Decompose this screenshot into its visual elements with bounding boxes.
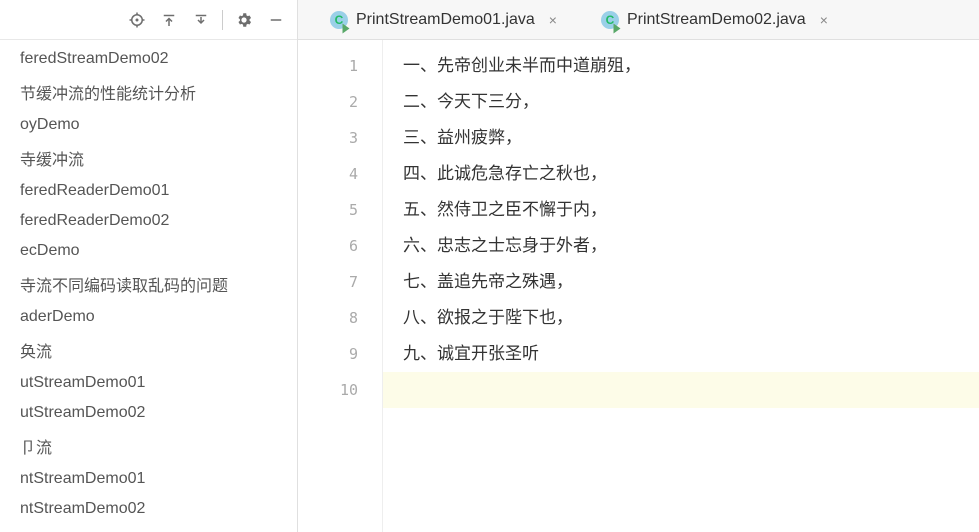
close-icon[interactable]: × <box>820 12 828 28</box>
target-icon[interactable] <box>126 9 148 31</box>
sidebar: feredStreamDemo02节缓冲流的性能统计分析oyDemo寺缓冲流fe… <box>0 0 298 532</box>
java-file-icon: C <box>330 11 348 29</box>
code-line[interactable]: 一、先帝创业未半而中道崩殂， <box>383 48 979 84</box>
tree-item[interactable]: feredReaderDemo02 <box>0 206 297 236</box>
tree-item[interactable]: ntStreamDemo01 <box>0 464 297 494</box>
tree-item[interactable]: 奂流 <box>0 332 297 368</box>
line-number: 8 <box>298 300 382 336</box>
line-number: 1 <box>298 48 382 84</box>
toolbar-divider <box>222 10 223 30</box>
code-line[interactable]: 八、欲报之于陛下也， <box>383 300 979 336</box>
tree-item[interactable]: oyDemo <box>0 110 297 140</box>
tree-item[interactable]: ntStreamDemo02 <box>0 494 297 524</box>
sidebar-toolbar <box>0 0 297 40</box>
line-number: 3 <box>298 120 382 156</box>
editor-main: C PrintStreamDemo01.java × C PrintStreamDemo… <box>298 0 979 532</box>
tab-label: PrintStreamDemo01.java <box>356 11 535 29</box>
code-line[interactable]: 九、诚宜开张圣听 <box>383 336 979 372</box>
line-number: 10 <box>298 372 382 408</box>
tree-item[interactable]: feredReaderDemo01 <box>0 176 297 206</box>
tab-bar: C PrintStreamDemo01.java × C PrintStreamDemo… <box>298 0 979 40</box>
code-line[interactable] <box>383 372 979 408</box>
tree-item[interactable]: feredStreamDemo02 <box>0 44 297 74</box>
editor-tab[interactable]: C PrintStreamDemo02.java × <box>597 3 832 37</box>
editor-wrap: 12345678910 一、先帝创业未半而中道崩殂，二、今天下三分，三、益州疲弊… <box>298 40 979 532</box>
collapse-all-icon[interactable] <box>190 9 212 31</box>
line-number: 4 <box>298 156 382 192</box>
code-line[interactable]: 二、今天下三分， <box>383 84 979 120</box>
code-line[interactable]: 五、然侍卫之臣不懈于内， <box>383 192 979 228</box>
project-tree[interactable]: feredStreamDemo02节缓冲流的性能统计分析oyDemo寺缓冲流fe… <box>0 40 297 532</box>
line-number: 5 <box>298 192 382 228</box>
tree-item[interactable]: 寺缓冲流 <box>0 140 297 176</box>
gear-icon[interactable] <box>233 9 255 31</box>
expand-all-icon[interactable] <box>158 9 180 31</box>
code-line[interactable]: 四、此诚危急存亡之秋也， <box>383 156 979 192</box>
code-line[interactable]: 七、盖追先帝之殊遇， <box>383 264 979 300</box>
tree-item[interactable]: aderDemo <box>0 302 297 332</box>
line-number: 2 <box>298 84 382 120</box>
tree-item[interactable]: utStreamDemo01 <box>0 368 297 398</box>
tree-item[interactable]: 节缓冲流的性能统计分析 <box>0 74 297 110</box>
tree-item[interactable]: utStreamDemo02 <box>0 398 297 428</box>
tree-item[interactable]: 寺流不同编码读取乱码的问题 <box>0 266 297 302</box>
tree-item[interactable]: 卩流 <box>0 428 297 464</box>
editor-tab[interactable]: C PrintStreamDemo01.java × <box>326 3 561 37</box>
code-line[interactable]: 六、忠志之士忘身于外者， <box>383 228 979 264</box>
java-file-icon: C <box>601 11 619 29</box>
minimize-icon[interactable] <box>265 9 287 31</box>
gutter: 12345678910 <box>298 40 383 532</box>
tab-label: PrintStreamDemo02.java <box>627 11 806 29</box>
line-number: 7 <box>298 264 382 300</box>
code-area[interactable]: 一、先帝创业未半而中道崩殂，二、今天下三分，三、益州疲弊，四、此诚危急存亡之秋也… <box>383 40 979 532</box>
line-number: 6 <box>298 228 382 264</box>
close-icon[interactable]: × <box>549 12 557 28</box>
tree-item[interactable]: ecDemo <box>0 236 297 266</box>
code-line[interactable]: 三、益州疲弊， <box>383 120 979 156</box>
line-number: 9 <box>298 336 382 372</box>
